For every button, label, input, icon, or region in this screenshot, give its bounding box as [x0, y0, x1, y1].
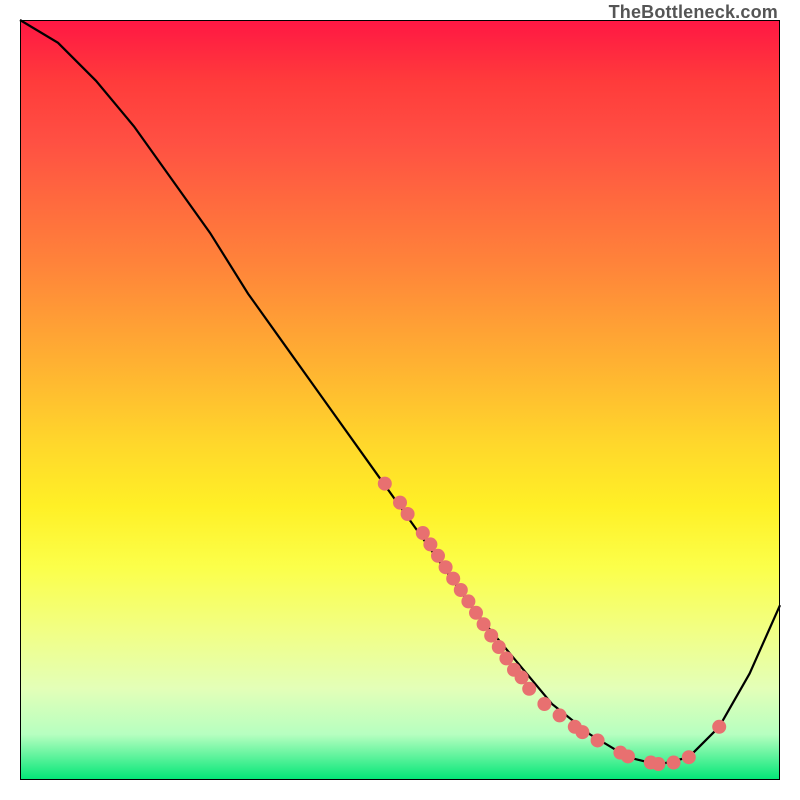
data-point	[484, 629, 498, 643]
data-point	[393, 496, 407, 510]
data-point	[469, 606, 483, 620]
data-point	[712, 720, 726, 734]
data-point	[446, 572, 460, 586]
data-point	[454, 583, 468, 597]
data-point	[461, 594, 475, 608]
data-point	[537, 697, 551, 711]
data-point	[499, 651, 513, 665]
data-point	[667, 756, 681, 770]
data-point	[651, 757, 665, 771]
data-point	[575, 725, 589, 739]
data-point	[423, 537, 437, 551]
plot-area	[20, 20, 780, 780]
chart-container: TheBottleneck.com	[0, 0, 800, 800]
data-point	[522, 682, 536, 696]
data-point	[515, 670, 529, 684]
data-point	[682, 750, 696, 764]
data-point	[553, 708, 567, 722]
highlighted-points	[378, 477, 726, 771]
data-point	[591, 733, 605, 747]
data-point	[439, 560, 453, 574]
data-point	[477, 617, 491, 631]
data-point	[621, 749, 635, 763]
curve-layer	[20, 20, 780, 780]
data-point	[492, 640, 506, 654]
data-point	[401, 507, 415, 521]
data-point	[431, 549, 445, 563]
data-point	[378, 477, 392, 491]
bottleneck-curve	[20, 20, 780, 765]
data-point	[416, 526, 430, 540]
